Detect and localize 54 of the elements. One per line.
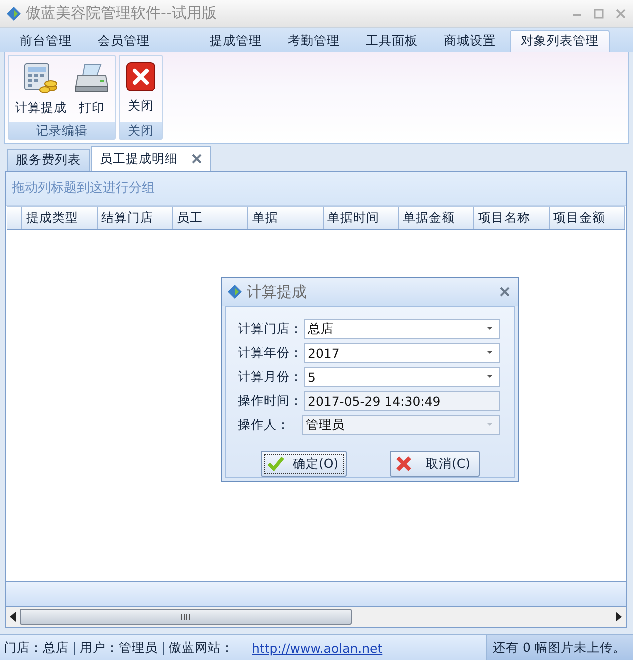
website-link[interactable]: http://www.aolan.net: [252, 640, 383, 656]
logo-icon: [227, 284, 243, 300]
dropdown-field[interactable]: 总店: [304, 319, 500, 339]
group-by-hint: 拖动列标题到这进行分组: [6, 172, 626, 206]
printer-icon: [75, 62, 109, 94]
ribbon-button[interactable]: 关闭: [122, 58, 160, 122]
close-icon[interactable]: [192, 154, 202, 164]
field-label: 计算门店：: [238, 320, 300, 338]
column-header[interactable]: 项目名称: [474, 207, 550, 229]
close-icon[interactable]: [500, 287, 510, 297]
status-text: 门店：总店: [4, 640, 69, 656]
group-label: 记录编辑: [9, 122, 115, 139]
group-label: 关闭: [120, 122, 162, 139]
window-title: 傲蓝美容院管理软件--试用版: [26, 4, 218, 23]
menu-tab[interactable]: 对象列表管理: [510, 30, 610, 52]
field-label: 计算月份：: [238, 368, 300, 386]
dropdown-field[interactable]: 2017: [304, 343, 500, 363]
column-header[interactable]: 单据: [248, 207, 324, 229]
checkmark-icon: [267, 456, 285, 472]
maximize-icon[interactable]: [593, 8, 605, 20]
column-header[interactable]: 提成类型: [22, 207, 98, 229]
column-header[interactable]: 单据金额: [398, 207, 474, 229]
menu-tab[interactable]: 前台管理: [8, 30, 84, 52]
menu-tab[interactable]: 会员管理: [86, 30, 162, 52]
field-label: 计算年份：: [238, 344, 300, 362]
dialog-title: 计算提成: [247, 282, 308, 302]
document-tab[interactable]: 服务费列表: [7, 149, 90, 171]
menu-tab[interactable]: 提成管理: [198, 30, 274, 52]
status-text: 用户：管理员: [80, 640, 158, 656]
column-header[interactable]: 单据时间: [324, 207, 399, 229]
dropdown-field[interactable]: 5: [304, 367, 500, 387]
field-label: 操作时间：: [238, 392, 300, 410]
column-header[interactable]: 员工: [172, 207, 248, 229]
field-label: 操作人：: [238, 416, 291, 434]
scrollbar-thumb[interactable]: [20, 609, 352, 625]
close-icon: [126, 62, 156, 92]
upload-status: 还有 0 幅图片未上传。: [486, 635, 633, 660]
dialog-button[interactable]: 确定(O): [261, 451, 347, 477]
close-icon[interactable]: [615, 8, 627, 20]
logo-icon: [6, 6, 22, 22]
calculator-icon: [24, 62, 58, 94]
dialog-button[interactable]: 取消(C): [390, 451, 480, 477]
menu-tab[interactable]: 考勤管理: [276, 30, 352, 52]
scroll-left-icon[interactable]: [10, 612, 16, 622]
menu-tab[interactable]: 工具面板: [354, 30, 430, 52]
cross-icon: [396, 456, 412, 472]
scroll-right-icon[interactable]: [616, 612, 622, 622]
ribbon-button[interactable]: 打印: [71, 58, 113, 122]
document-tab[interactable]: 员工提成明细: [91, 146, 211, 171]
column-header[interactable]: 项目金额: [550, 207, 626, 229]
column-header[interactable]: 结算门店: [98, 207, 173, 229]
menu-tab[interactable]: 商城设置: [432, 30, 508, 52]
ribbon-button[interactable]: 计算提成: [11, 58, 71, 122]
status-text: 傲蓝网站：: [169, 640, 234, 656]
